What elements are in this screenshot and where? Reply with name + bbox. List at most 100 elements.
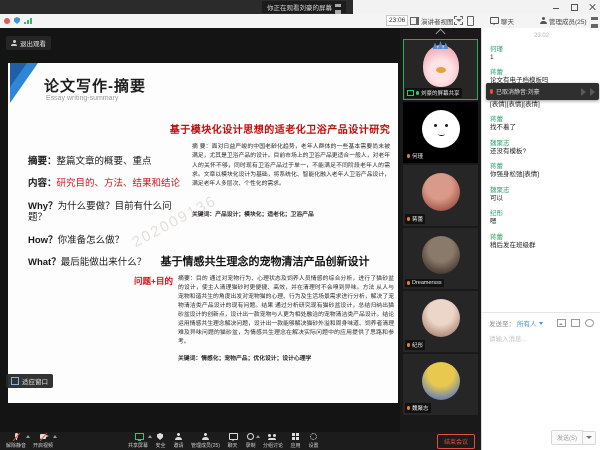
chevron-up-icon[interactable]	[256, 435, 260, 438]
screen-share-icon	[407, 90, 414, 96]
send-button[interactable]: 发送(S)	[551, 430, 583, 445]
participant-tile-sharer[interactable]: 刘豪的屏幕共享	[403, 39, 478, 100]
apps-button[interactable]: 应用	[290, 433, 301, 449]
chat-message: 蒋蕾你强身松弛[表情]	[490, 160, 593, 179]
settings-button[interactable]: 设置	[308, 433, 319, 449]
input-toolbar	[557, 319, 594, 327]
send-to-selector[interactable]: 所有人	[517, 318, 543, 328]
invite-person-icon	[173, 433, 184, 441]
chat-message: 纪彤嗯	[490, 207, 593, 226]
exit-viewing-button[interactable]: 退出观看	[6, 36, 51, 50]
participant-label: Dreamersss	[405, 279, 444, 287]
top-bar: 23:06 演讲者视图 聊天 管理成员(25)	[0, 14, 600, 29]
send-to-label: 发送至：	[489, 318, 515, 328]
fullscreen-icon	[454, 16, 463, 25]
members-panel-tab[interactable]: 管理成员(25)	[540, 14, 587, 27]
message-input[interactable]: 请输入消息...	[482, 330, 600, 346]
share-screen-button[interactable]: 共享屏幕	[128, 433, 148, 449]
gear-icon	[308, 433, 319, 441]
network-signal-icon	[24, 17, 32, 24]
avatar-photo	[422, 236, 460, 274]
chat-timestamp: 23:02	[482, 33, 600, 39]
close-icon[interactable]	[588, 3, 596, 11]
mention-icon[interactable]	[585, 319, 594, 327]
window-controls	[552, 2, 596, 12]
members-tab-label: 管理成员(25)	[549, 16, 587, 26]
chat-bubble-icon	[490, 17, 499, 24]
chat-bubble-icon	[227, 433, 238, 441]
participant-video-strip: 刘豪的屏幕共享 何瑾 蒋蕾 Dreamersss	[400, 28, 481, 432]
fit-window-icon	[11, 377, 19, 385]
point-content: 内容：研究目的、方法、结果和结论	[28, 178, 188, 189]
image-icon[interactable]	[557, 319, 566, 327]
security-button[interactable]: 安全	[155, 433, 166, 449]
mic-muted-icon	[407, 406, 410, 410]
mic-muted-icon	[407, 154, 410, 158]
chevron-up-icon[interactable]	[26, 435, 30, 438]
camera-off-icon	[38, 433, 49, 441]
menu-icon	[591, 17, 598, 24]
breakout-rooms-button[interactable]: 分组讨论	[263, 433, 283, 449]
person-icon	[540, 17, 547, 24]
person-icon	[200, 433, 211, 441]
participant-tile[interactable]: 何瑾	[403, 102, 478, 163]
participant-label: 蒋蕾	[405, 214, 425, 224]
paper1-keywords: 关键词：产品设计；模块化；适老化；卫浴产品	[192, 209, 390, 218]
record-indicator-icon	[4, 18, 10, 24]
send-to-row: 发送至： 所有人	[482, 313, 600, 330]
mic-muted-icon	[407, 281, 410, 285]
security-shield-icon	[14, 17, 20, 24]
manage-members-button[interactable]: 管理成员(25)	[191, 433, 220, 449]
start-video-button[interactable]: 开启视频	[33, 433, 53, 449]
mic-on-icon	[416, 91, 419, 95]
viewing-screen-banner[interactable]: 你正在观看刘豪的屏幕	[262, 1, 346, 13]
minimize-icon[interactable]	[552, 3, 560, 11]
breakout-group-icon	[267, 433, 278, 441]
participant-label: 魏聚志	[405, 403, 431, 413]
fit-window-button[interactable]: 适应窗口	[6, 374, 53, 388]
participant-label: 何瑾	[405, 151, 425, 161]
end-meeting-button[interactable]: 结束会议	[437, 434, 475, 449]
participant-tile[interactable]: Dreamersss	[403, 228, 478, 289]
avatar-photo	[422, 173, 460, 211]
screenshot-icon[interactable]	[571, 319, 580, 327]
unmute-button[interactable]: 解除静音	[6, 433, 26, 449]
chat-message-list: 何瑾1 蒋蕾论文有电子档模板吗 蒋蕾[表情][表情][表情] 蒋蕾找不着了 魏聚…	[482, 43, 600, 250]
view-mode-label: 演讲者视图	[421, 16, 454, 26]
shared-screen-area: 论文写作-摘要 Essay writing-summary 摘要：整篇文章的概要…	[0, 28, 400, 432]
status-icons	[4, 14, 32, 27]
paper1-title: 基于模块化设计思想的适老化卫浴产品设计研究	[166, 121, 394, 136]
paper2-title: 基于情感共生理念的宠物清洁产品创新设计	[134, 253, 396, 269]
participant-label: 刘豪的屏幕共享	[405, 88, 462, 98]
participant-tile[interactable]: 蒋蕾	[403, 165, 478, 226]
fit-window-label: 适应窗口	[22, 376, 48, 386]
viewer-icon	[11, 40, 17, 46]
chat-button[interactable]: 聊天	[227, 433, 238, 449]
chevron-up-icon[interactable]	[53, 435, 57, 438]
chevron-right-icon	[590, 88, 595, 96]
banner-menu-icon[interactable]	[335, 4, 341, 10]
chevron-down-icon	[586, 436, 592, 439]
panel-menu-button[interactable]	[591, 14, 598, 27]
participant-tile[interactable]: 魏聚志	[403, 354, 478, 415]
chat-tab-label: 聊天	[501, 16, 514, 26]
fullscreen-button[interactable]	[454, 14, 463, 27]
avatar-line-face	[422, 110, 460, 148]
paper2-abstract: 摘要：目的 通过对宠物行为、心理状态及饲养人员情感的综合分析，进行了猫砂盆的设计…	[178, 275, 394, 347]
slide-logo-triangle-dark-icon	[10, 63, 27, 87]
invite-button[interactable]: 邀请	[173, 433, 184, 449]
chevron-up-icon[interactable]	[148, 435, 152, 438]
record-button[interactable]: 录制	[245, 433, 256, 449]
chat-message: 魏聚志可以	[490, 184, 593, 203]
participant-tile[interactable]: 纪彤	[403, 291, 478, 352]
title-bar: 你正在观看刘豪的屏幕	[0, 0, 600, 14]
chat-panel-tab[interactable]: 聊天	[490, 14, 514, 27]
phone-mode-button[interactable]	[467, 14, 474, 27]
avatar-photo	[422, 362, 460, 400]
chat-panel: 23:02 何瑾1 蒋蕾论文有电子档模板吗 蒋蕾[表情][表情][表情] 蒋蕾找…	[481, 28, 600, 450]
maximize-icon[interactable]	[570, 3, 578, 11]
chat-input-area: 发送至： 所有人 请输入消息...	[482, 312, 600, 346]
send-row: 发送(S)	[551, 430, 596, 445]
send-options-button[interactable]	[583, 431, 596, 445]
collapse-strip-icon[interactable]	[436, 29, 446, 39]
